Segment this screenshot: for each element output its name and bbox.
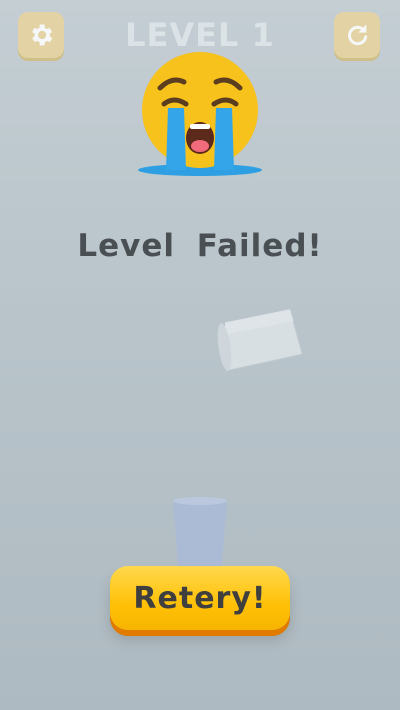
loudly-crying-face-icon bbox=[138, 52, 262, 176]
retry-button-label: Retery! bbox=[133, 580, 267, 616]
level-failed-message: Level Failed! bbox=[77, 228, 323, 264]
restart-button[interactable] bbox=[334, 12, 380, 58]
restart-icon bbox=[348, 24, 368, 46]
retry-button[interactable]: Retery! bbox=[110, 566, 290, 630]
